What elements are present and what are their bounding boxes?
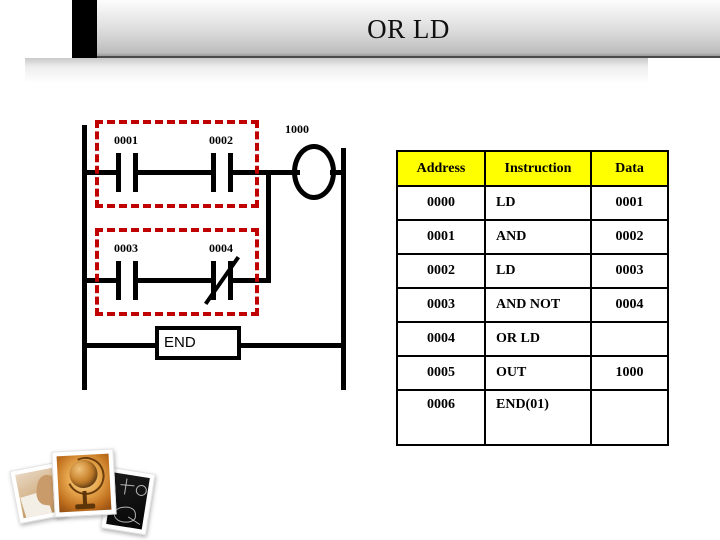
cell-instruction: LD — [484, 185, 592, 221]
end-instruction-label: END — [164, 334, 196, 351]
header-accent-bar — [72, 0, 97, 58]
cell-data — [590, 389, 669, 446]
table-row: 0005 OUT 1000 — [396, 355, 669, 391]
left-power-rail — [82, 125, 87, 390]
column-header-instruction: Instruction — [484, 150, 592, 187]
cell-data: 0001 — [590, 185, 669, 221]
photo-collage-decoration — [9, 448, 174, 536]
table-row: 0004 OR LD — [396, 321, 669, 357]
cell-data: 0003 — [590, 253, 669, 289]
cell-data: 0004 — [590, 287, 669, 323]
photo-image-globe — [56, 453, 112, 513]
mnemonic-code-table: Address Instruction Data 0000 LD 0001 00… — [396, 150, 669, 446]
table-header-row: Address Instruction Data — [396, 150, 669, 187]
cell-data — [590, 321, 669, 357]
cell-instruction: LD — [484, 253, 592, 289]
coil-output-wire — [330, 170, 346, 175]
cell-address: 0004 — [396, 321, 486, 357]
ladder-diagram: 0001 0002 1000 0003 0004 END — [60, 100, 370, 390]
output-coil-1000-label: 1000 — [285, 122, 309, 136]
column-header-data: Data — [590, 150, 669, 187]
highlight-box-rung1 — [95, 120, 259, 208]
cell-address: 0006 — [396, 389, 486, 446]
chalk-mark-icon — [120, 484, 135, 487]
cell-instruction: AND — [484, 219, 592, 255]
cell-address: 0002 — [396, 253, 486, 289]
end-rung-wire-left — [82, 343, 158, 348]
table-row: 0001 AND 0002 — [396, 219, 669, 255]
cell-address: 0005 — [396, 355, 486, 391]
cell-data: 0002 — [590, 219, 669, 255]
cell-instruction: OUT — [484, 355, 592, 391]
column-header-address: Address — [396, 150, 486, 187]
cell-instruction: END(01) — [484, 389, 592, 446]
table-row: 0003 AND NOT 0004 — [396, 287, 669, 323]
cell-instruction: AND NOT — [484, 287, 592, 323]
end-rung-wire-right — [239, 343, 346, 348]
table-row: 0002 LD 0003 — [396, 253, 669, 289]
cell-address: 0000 — [396, 185, 486, 221]
globe-base-icon — [75, 503, 96, 510]
table-row: 0006 END(01) — [396, 389, 669, 446]
header-shadow — [25, 58, 648, 84]
highlight-box-rung2 — [95, 228, 259, 316]
cell-address: 0001 — [396, 219, 486, 255]
photo-frame-globe-icon — [51, 448, 117, 518]
cell-instruction: OR LD — [484, 321, 592, 357]
right-power-rail — [341, 148, 346, 390]
branch-vertical-connector — [266, 170, 271, 283]
page-title: OR LD — [367, 14, 450, 44]
header-banner: OR LD — [72, 0, 720, 58]
chalk-mark-icon — [135, 484, 148, 497]
cell-data: 1000 — [590, 355, 669, 391]
cell-address: 0003 — [396, 287, 486, 323]
table-row: 0000 LD 0001 — [396, 185, 669, 221]
chalk-mark-icon — [124, 478, 128, 495]
